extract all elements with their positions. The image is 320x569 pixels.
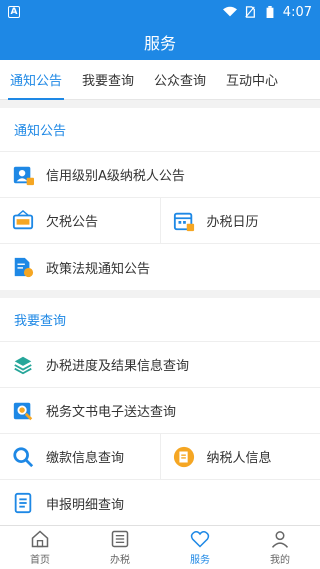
item-progress-query[interactable]: 办税进度及结果信息查询: [0, 342, 320, 387]
heart-icon: [190, 531, 210, 548]
tab-notices[interactable]: 通知公告: [0, 60, 72, 100]
notification-a-icon: A: [8, 6, 20, 18]
status-bar: A 4:07: [0, 0, 320, 24]
document-star-icon: [14, 257, 34, 278]
tab-my-query[interactable]: 我要查询: [72, 60, 144, 100]
user-icon: [271, 531, 289, 548]
item-label: 缴款信息查询: [46, 451, 125, 466]
list-icon: [111, 530, 129, 548]
main-content: 通知公告 信用级别A级纳税人公告 欠税公告 办税日历 政策法规通知公告 我要查询…: [0, 108, 320, 525]
item-label: 申报明细查询: [46, 497, 125, 513]
wifi-icon: [222, 6, 237, 17]
calendar-icon: [173, 212, 194, 231]
item-arrears-notice[interactable]: 欠税公告: [0, 198, 160, 243]
section-title-query: 我要查询: [0, 298, 320, 342]
list-document-icon: [14, 492, 32, 514]
query-section: 我要查询 办税进度及结果信息查询 税务文书电子送达查询 缴款信息查询 纳税人信息…: [0, 298, 320, 525]
item-label: 办税进度及结果信息查询: [46, 359, 190, 374]
list-row: 缴款信息查询 纳税人信息: [0, 434, 320, 480]
notices-section: 通知公告 信用级别A级纳税人公告 欠税公告 办税日历 政策法规通知公告: [0, 108, 320, 290]
list-row: 税务文书电子送达查询: [0, 388, 320, 434]
no-sim-icon: [245, 6, 255, 18]
tab-bar: 通知公告 我要查询 公众查询 互动中心: [0, 60, 320, 100]
item-label: 政策法规通知公告: [46, 261, 151, 277]
nav-home[interactable]: 首页: [0, 526, 80, 569]
item-label: 税务文书电子送达查询: [46, 405, 177, 420]
layers-icon: [14, 356, 32, 374]
status-icons: 4:07: [222, 4, 312, 20]
home-icon: [31, 530, 49, 548]
nav-tax-handling[interactable]: 办税: [80, 526, 160, 569]
item-payment-query[interactable]: 缴款信息查询: [0, 434, 160, 479]
nav-label: 服务: [190, 555, 210, 566]
taxpayer-card-icon: [173, 446, 194, 467]
nav-services[interactable]: 服务: [160, 526, 240, 569]
nav-label: 我的: [270, 555, 290, 566]
item-tax-calendar[interactable]: 办税日历: [159, 198, 320, 243]
item-label: 信用级别A级纳税人公告: [46, 169, 185, 184]
item-taxpayer-info[interactable]: 纳税人信息: [159, 434, 320, 479]
search-document-icon: [13, 402, 33, 420]
page-title: 服务: [0, 24, 320, 60]
list-row: 办税进度及结果信息查询: [0, 342, 320, 388]
tab-public-query[interactable]: 公众查询: [144, 60, 216, 100]
section-title-notices: 通知公告: [0, 108, 320, 152]
list-row: 申报明细查询: [0, 480, 320, 525]
nav-mine[interactable]: 我的: [240, 526, 320, 569]
item-label: 办税日历: [206, 215, 259, 230]
nav-label: 首页: [30, 555, 50, 566]
battery-icon: [266, 6, 274, 18]
item-label: 欠税公告: [46, 215, 99, 230]
status-time: 4:07: [282, 4, 312, 20]
item-declaration-query[interactable]: 申报明细查询: [0, 480, 320, 525]
item-policy-notice[interactable]: 政策法规通知公告: [0, 244, 320, 290]
item-label: 纳税人信息: [206, 451, 272, 466]
bottom-nav: 首页 办税 服务 我的: [0, 525, 320, 569]
item-doc-delivery-query[interactable]: 税务文书电子送达查询: [0, 388, 320, 433]
arrears-sign-icon: [12, 209, 34, 229]
nav-label: 办税: [110, 555, 130, 566]
magnifier-icon: [13, 446, 34, 467]
tab-interaction-center[interactable]: 互动中心: [216, 60, 288, 100]
item-a-level-notice[interactable]: 信用级别A级纳税人公告: [0, 152, 320, 197]
person-badge-icon: [13, 166, 34, 185]
list-row: 欠税公告 办税日历: [0, 198, 320, 244]
list-row: 信用级别A级纳税人公告: [0, 152, 320, 198]
list-row: 政策法规通知公告: [0, 244, 320, 290]
